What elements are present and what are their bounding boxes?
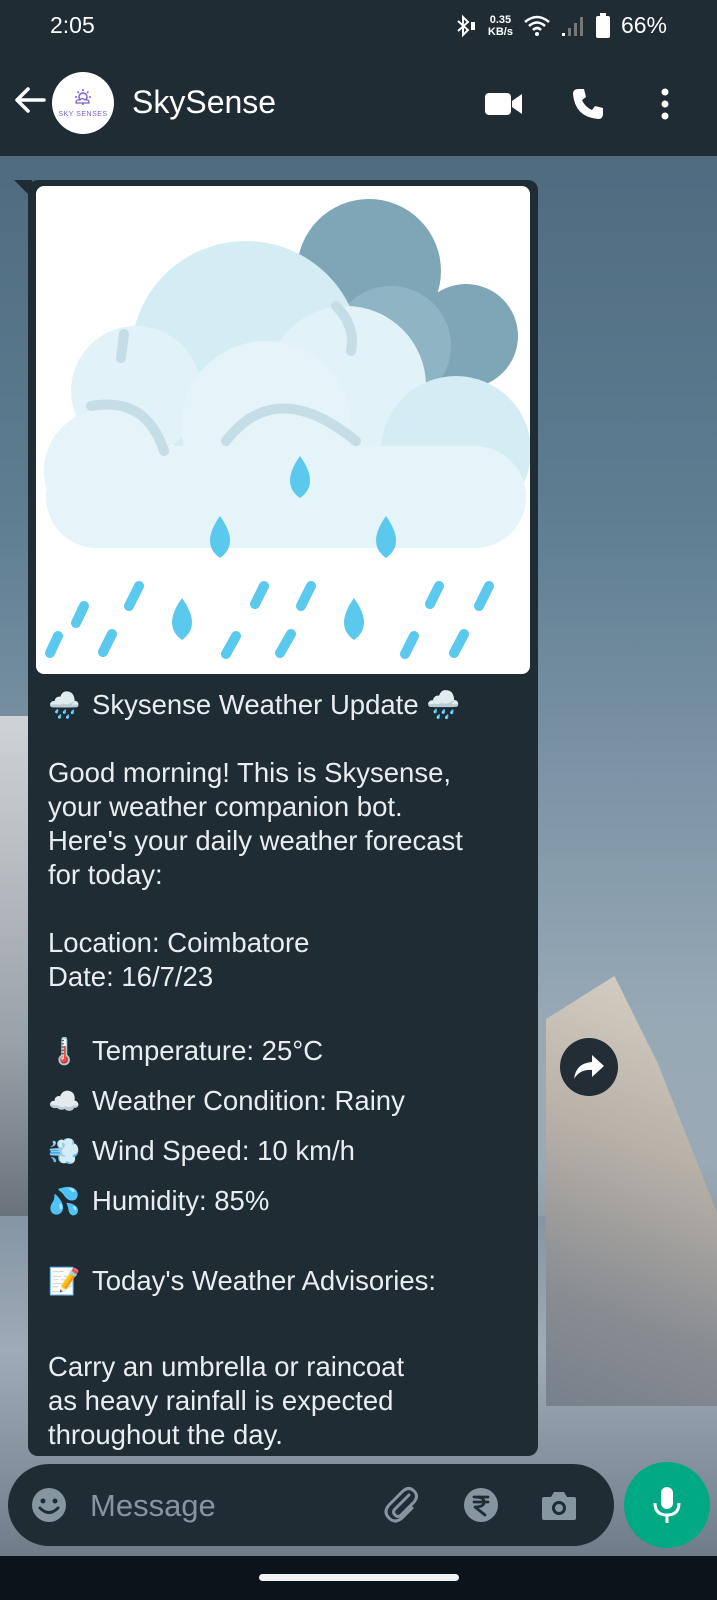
greeting-line: for today: xyxy=(48,859,163,890)
message-text: 🌧️ Skysense Weather Update 🌧️ Good mornin… xyxy=(48,688,528,1452)
bluetooth-icon xyxy=(457,14,475,37)
forward-arrow-icon xyxy=(574,1055,604,1079)
emoji-icon xyxy=(32,1488,66,1522)
rain-cloud-image[interactable] xyxy=(36,186,530,674)
advisory-line: Carry an umbrella or raincoat xyxy=(48,1351,405,1382)
wind-emoji-icon: 💨 xyxy=(48,1136,81,1166)
video-call-icon xyxy=(485,93,522,115)
wifi-icon xyxy=(524,15,550,36)
rain-cloud-emoji-icon: 🌧️ xyxy=(426,689,461,720)
home-gesture-bar[interactable] xyxy=(259,1574,459,1581)
battery-icon xyxy=(595,12,610,38)
more-options-button[interactable] xyxy=(643,82,687,126)
camera-button[interactable] xyxy=(538,1484,580,1526)
video-call-button[interactable] xyxy=(482,82,526,126)
system-nav-bar xyxy=(0,1556,717,1600)
advisories-heading-text: Today's Weather Advisories: xyxy=(92,1265,437,1296)
wind-text: Wind Speed: 10 km/h xyxy=(92,1135,355,1166)
greeting-line: Here's your daily weather forecast xyxy=(48,825,463,856)
rain-cloud-icon xyxy=(44,199,530,659)
phone-call-icon xyxy=(573,89,603,119)
message-input[interactable] xyxy=(88,1480,352,1532)
chat-title[interactable]: SkySense xyxy=(132,84,276,121)
net-speed-value: 0.35 xyxy=(489,13,512,26)
heading-text: Skysense Weather Update xyxy=(92,689,419,720)
droplets-emoji-icon: 💦 xyxy=(48,1186,81,1216)
rain-cloud-emoji-icon: 🌧️ xyxy=(48,690,81,720)
wallpaper-mountain-right xyxy=(546,976,717,1406)
back-arrow-icon xyxy=(15,87,46,113)
greeting-line: your weather companion bot. xyxy=(48,791,403,822)
memo-emoji-icon: 📝 xyxy=(48,1266,81,1296)
attach-icon xyxy=(384,1487,418,1523)
message-bubble[interactable]: 🌧️ Skysense Weather Update 🌧️ Good mornin… xyxy=(28,180,538,1456)
avatar-label: SKY SENSES xyxy=(58,111,108,118)
payment-button[interactable] xyxy=(460,1484,502,1526)
avatar[interactable]: SKY SENSES xyxy=(52,72,114,134)
camera-icon xyxy=(542,1492,576,1520)
more-vert-icon xyxy=(661,88,669,120)
mic-icon xyxy=(653,1487,681,1523)
back-button[interactable] xyxy=(12,82,52,126)
chat-header: SKY SENSES SkySense xyxy=(0,52,717,156)
temperature-line: 🌡️ Temperature: 25°C xyxy=(48,1034,528,1084)
status-bar: 2:05 0.35 KB/s 66% xyxy=(0,0,717,52)
humidity-line: 💦 Humidity: 85% xyxy=(48,1184,528,1234)
net-speed: 0.35 KB/s xyxy=(488,14,513,38)
temperature-text: Temperature: 25°C xyxy=(92,1035,324,1066)
phone-call-button[interactable] xyxy=(566,82,610,126)
battery-level: 66% xyxy=(620,12,667,38)
cloud-emoji-icon: ☁️ xyxy=(48,1086,81,1116)
location-line: Location: Coimbatore xyxy=(48,927,310,958)
voice-message-button[interactable] xyxy=(624,1462,710,1548)
net-speed-unit: KB/s xyxy=(487,25,513,38)
forward-button[interactable] xyxy=(560,1038,618,1096)
advisories-heading: 📝 Today's Weather Advisories: xyxy=(48,1264,528,1312)
date-line: Date: 16/7/23 xyxy=(48,961,214,992)
condition-text: Weather Condition: Rainy xyxy=(92,1085,405,1116)
condition-line: ☁️ Weather Condition: Rainy xyxy=(48,1084,528,1134)
status-icons: 0.35 KB/s 66% xyxy=(452,12,667,39)
message-heading: 🌧️ Skysense Weather Update 🌧️ xyxy=(48,688,528,722)
skysense-logo-icon xyxy=(75,89,91,105)
rupee-icon xyxy=(464,1488,498,1522)
greeting-line: Good morning! This is Skysense, xyxy=(48,757,452,788)
emoji-button[interactable] xyxy=(30,1486,68,1524)
status-time: 2:05 xyxy=(50,12,95,38)
thermometer-emoji-icon: 🌡️ xyxy=(48,1036,81,1066)
humidity-text: Humidity: 85% xyxy=(92,1185,270,1216)
advisory-line: throughout the day. xyxy=(48,1419,283,1450)
signal-icon xyxy=(561,16,583,36)
advisory-line: as heavy rainfall is expected xyxy=(48,1385,394,1416)
attach-button[interactable] xyxy=(380,1484,422,1526)
message-composer xyxy=(8,1464,614,1546)
wind-line: 💨 Wind Speed: 10 km/h xyxy=(48,1134,528,1184)
